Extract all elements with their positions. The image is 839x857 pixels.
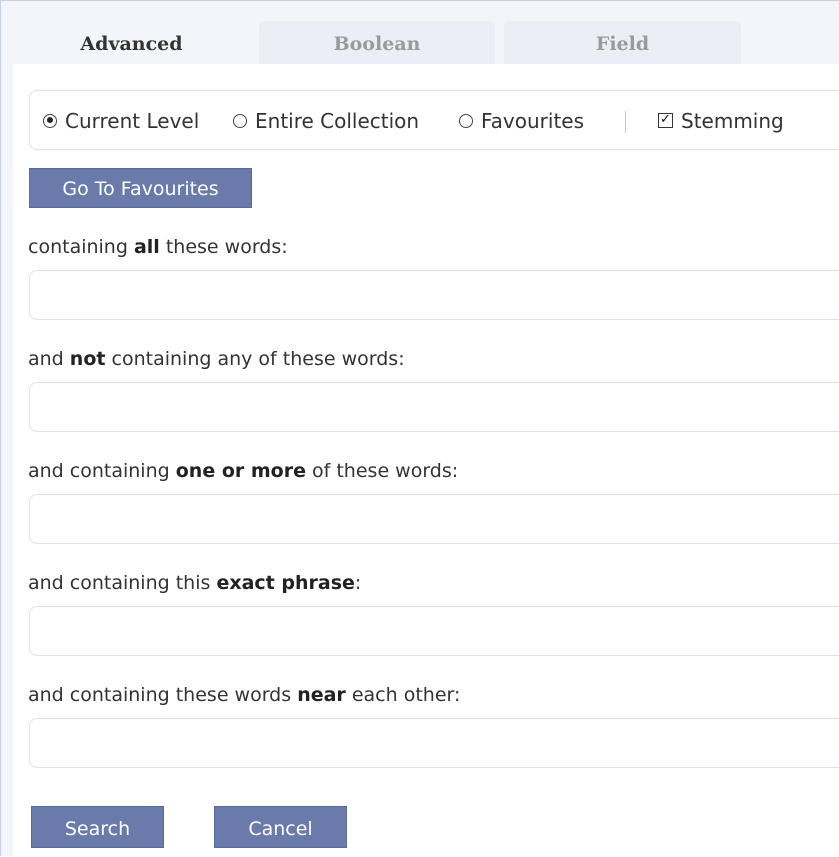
favourites-radio[interactable]: [459, 113, 473, 128]
any-words-label-emphasis: one or more: [175, 460, 306, 482]
not-words-input[interactable]: [29, 382, 839, 432]
not-words-label-pre: and: [28, 348, 70, 370]
near-words-label: and containing these words near each oth…: [28, 684, 460, 706]
search-scope-box: Current Level Entire Collection Favourit…: [29, 90, 839, 150]
exact-phrase-label-post: :: [354, 572, 362, 594]
any-words-label: and containing one or more of these word…: [28, 460, 458, 482]
not-words-label: and not containing any of these words:: [28, 348, 405, 370]
all-words-label: containing all these words:: [28, 236, 288, 258]
exact-phrase-label-emphasis: exact phrase: [216, 572, 355, 594]
any-words-input[interactable]: [29, 494, 839, 544]
near-words-label-emphasis: near: [297, 684, 346, 706]
tab-boolean[interactable]: Boolean: [259, 21, 495, 65]
all-words-input[interactable]: [29, 270, 839, 320]
scope-divider: [625, 111, 626, 133]
favourites-label: Favourites: [481, 109, 585, 133]
stemming-checkbox[interactable]: ✓: [658, 113, 673, 128]
any-words-label-pre: and containing: [28, 460, 176, 482]
stemming-option[interactable]: ✓ Stemming: [658, 109, 784, 133]
not-words-label-post: containing any of these words:: [105, 348, 405, 370]
cancel-button[interactable]: Cancel: [214, 806, 347, 848]
tab-advanced[interactable]: Advanced: [13, 21, 250, 65]
search-window: Advanced Boolean Field Current Level Ent…: [0, 0, 839, 857]
all-words-label-emphasis: all: [133, 236, 160, 258]
near-words-input[interactable]: [29, 718, 839, 768]
near-words-label-pre: and containing these words: [28, 684, 298, 706]
any-words-label-post: of these words:: [305, 460, 459, 482]
all-words-label-pre: containing: [28, 236, 134, 258]
tab-field[interactable]: Field: [504, 21, 741, 65]
current-level-radio[interactable]: [43, 113, 57, 128]
exact-phrase-label: and containing this exact phrase:: [28, 572, 361, 594]
scope-entire-collection[interactable]: Entire Collection: [233, 109, 419, 133]
current-level-label: Current Level: [65, 109, 200, 133]
advanced-search-panel: Current Level Entire Collection Favourit…: [13, 64, 839, 857]
scope-current-level[interactable]: Current Level: [43, 109, 199, 133]
all-words-label-post: these words:: [159, 236, 288, 258]
exact-phrase-input[interactable]: [29, 606, 839, 656]
entire-collection-radio[interactable]: [233, 113, 247, 128]
stemming-label: Stemming: [681, 109, 784, 133]
go-to-favourites-button[interactable]: Go To Favourites: [29, 168, 252, 208]
exact-phrase-label-pre: and containing this: [28, 572, 217, 594]
entire-collection-label: Entire Collection: [255, 109, 420, 133]
not-words-label-emphasis: not: [69, 348, 106, 370]
near-words-label-post: each other:: [345, 684, 461, 706]
scope-favourites[interactable]: Favourites: [459, 109, 584, 133]
search-button[interactable]: Search: [31, 806, 164, 848]
